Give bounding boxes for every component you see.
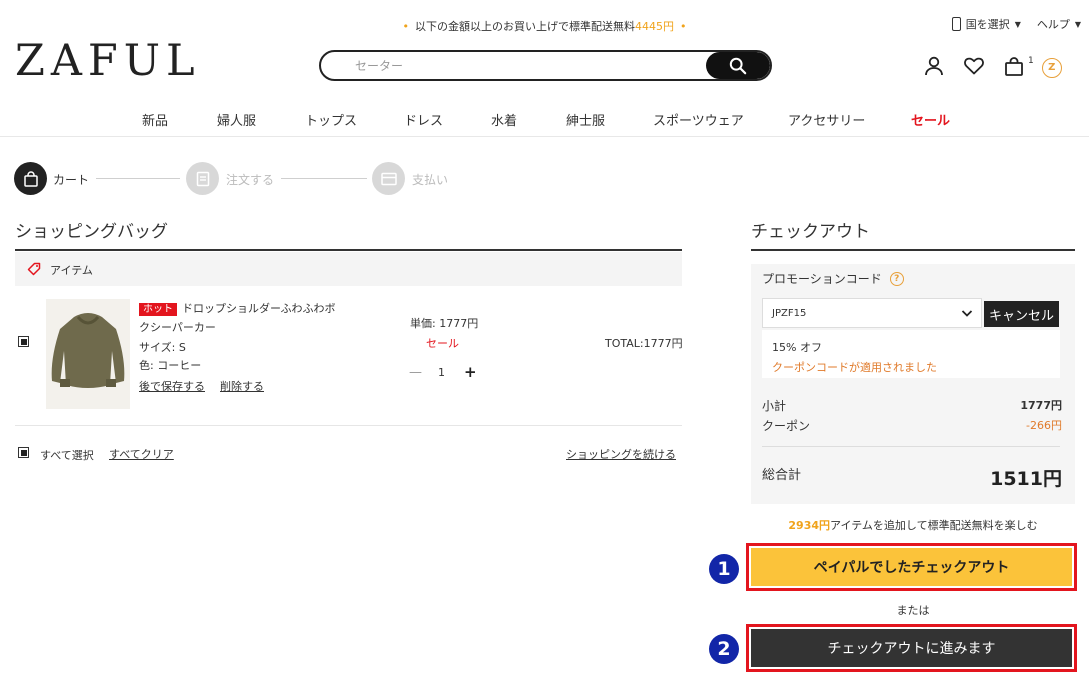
subtotal-label: 小計 bbox=[762, 399, 787, 413]
bag-title-underline bbox=[15, 249, 682, 251]
checkout-title: チェックアウト bbox=[751, 222, 870, 242]
proceed-checkout-highlight: チェックアウトに進みます bbox=[746, 624, 1077, 672]
chevron-down-icon: ▼ bbox=[1074, 19, 1081, 29]
coupon-value: -266円 bbox=[1026, 419, 1062, 432]
remove-link[interactable]: 削除する bbox=[220, 378, 264, 394]
proceed-checkout-button[interactable]: チェックアウトに進みます bbox=[751, 629, 1072, 667]
bag-divider bbox=[15, 425, 682, 426]
paypal-checkout-highlight: ペイパルでしたチェックアウト bbox=[746, 543, 1077, 591]
promo-amount: 4445円 bbox=[635, 20, 674, 33]
cart-count: 1 bbox=[1028, 55, 1034, 66]
nav-divider bbox=[0, 136, 1089, 137]
product-image[interactable] bbox=[46, 299, 130, 409]
sale-label: セール bbox=[426, 337, 459, 350]
search-icon bbox=[729, 57, 747, 74]
unit-price: 単価: 1777円 bbox=[410, 317, 479, 330]
help-label: ヘルプ bbox=[1036, 18, 1070, 31]
nav-item-men[interactable]: 紳士服 bbox=[566, 110, 605, 129]
nav-item-sportswear[interactable]: スポーツウェア bbox=[653, 110, 744, 129]
help-menu[interactable]: ヘルプ ▼ bbox=[1037, 16, 1081, 32]
document-icon bbox=[196, 171, 209, 186]
promo-text: 以下の金額以上のお買い上げで標準配送無料 bbox=[415, 20, 635, 33]
discount-label: 15% オフ bbox=[772, 341, 822, 354]
promo-code-heading: プロモーションコード ? bbox=[762, 270, 904, 287]
shipping-amount: 2934円 bbox=[788, 519, 831, 532]
bag-title: ショッピングバッグ bbox=[15, 222, 168, 242]
phone-icon bbox=[951, 17, 961, 31]
select-all-label: すべて選択 bbox=[40, 449, 94, 462]
marker-1: 1 bbox=[709, 554, 739, 584]
promo-code-value: JPZF15 bbox=[772, 308, 807, 319]
chevron-down-icon bbox=[961, 310, 973, 317]
hot-badge: ホット bbox=[139, 303, 177, 316]
nav-item-women[interactable]: 婦人服 bbox=[217, 110, 256, 129]
promo-code-label: プロモーションコード bbox=[762, 272, 882, 286]
save-later-link[interactable]: 後で保存する bbox=[139, 378, 205, 394]
account-icon[interactable] bbox=[924, 56, 944, 79]
step-order-label: 注文する bbox=[226, 173, 275, 187]
checkout-title-underline bbox=[751, 249, 1075, 251]
coupon-status-box: 15% オフ クーポンコードが適用されました bbox=[762, 330, 1060, 378]
search-button[interactable] bbox=[706, 52, 770, 79]
cancel-promo-button[interactable]: キャンセル bbox=[984, 301, 1059, 327]
help-icon[interactable]: ? bbox=[889, 271, 904, 286]
card-icon bbox=[380, 172, 397, 185]
product-title[interactable]: ホット ドロップショルダーふわふわボ bbox=[139, 300, 336, 316]
top-links: 国を選択 ▼ ヘルプ ▼ bbox=[951, 16, 1081, 32]
product-name-line2: クシーパーカー bbox=[139, 321, 216, 334]
or-label: または bbox=[896, 604, 930, 617]
subtotal-value: 1777円 bbox=[1020, 399, 1062, 412]
chevron-down-icon: ▼ bbox=[1014, 19, 1021, 29]
nav-item-accessories[interactable]: アクセサリー bbox=[788, 110, 865, 129]
logo[interactable]: ZAFUL bbox=[15, 40, 201, 83]
shipping-note-text: アイテムを追加して標準配送無料を楽しむ bbox=[830, 519, 1038, 532]
nav-item-dresses[interactable]: ドレス bbox=[404, 110, 443, 129]
z-coin-icon[interactable]: Z bbox=[1041, 57, 1062, 78]
cart-icon[interactable] bbox=[1004, 56, 1024, 79]
nav-item-sale[interactable]: セール bbox=[911, 110, 950, 129]
heart-icon[interactable] bbox=[964, 57, 984, 78]
totals-divider bbox=[762, 446, 1060, 447]
coupon-applied-message: クーポンコードが適用されました bbox=[772, 361, 937, 374]
nav-item-tops[interactable]: トップス bbox=[305, 110, 357, 129]
step-cart-circle bbox=[14, 162, 47, 195]
product-size: サイズ: S bbox=[139, 341, 186, 354]
step-payment-label: 支払い bbox=[412, 173, 449, 187]
step-payment-circle bbox=[372, 162, 405, 195]
continue-shopping-link[interactable]: ショッピングを続ける bbox=[566, 446, 676, 462]
header-icons: 1 Z bbox=[924, 56, 1062, 79]
step-line bbox=[96, 178, 180, 179]
item-header: アイテム bbox=[15, 252, 682, 286]
country-label: 国を選択 bbox=[965, 18, 1010, 31]
search-bar bbox=[319, 50, 772, 81]
item-checkbox[interactable] bbox=[18, 336, 29, 347]
step-order-circle bbox=[186, 162, 219, 195]
decrease-quantity-button[interactable]: — bbox=[409, 365, 422, 380]
nav-item-new[interactable]: 新品 bbox=[142, 110, 168, 129]
sweater-image bbox=[46, 299, 130, 409]
tag-icon bbox=[27, 262, 41, 276]
increase-quantity-button[interactable]: + bbox=[464, 363, 477, 381]
bag-icon bbox=[23, 170, 38, 187]
grand-total-label: 総合計 bbox=[762, 468, 802, 483]
line-total: TOTAL:1777円 bbox=[605, 337, 683, 350]
coupon-label: クーポン bbox=[762, 419, 811, 433]
search-input[interactable] bbox=[321, 52, 707, 79]
product-name-line1: ドロップショルダーふわふわボ bbox=[182, 302, 336, 315]
quantity-value: 1 bbox=[438, 366, 445, 379]
product-color: 色: コーヒー bbox=[139, 359, 202, 372]
free-shipping-note: 2934円アイテムを追加して標準配送無料を楽しむ bbox=[751, 517, 1075, 533]
marker-2: 2 bbox=[709, 634, 739, 664]
promo-banner: • 以下の金額以上のお買い上げで標準配送無料4445円 • bbox=[402, 20, 687, 33]
nav-item-swimwear[interactable]: 水着 bbox=[491, 110, 517, 129]
grand-total-value: 1511円 bbox=[990, 468, 1062, 490]
step-line bbox=[281, 178, 367, 179]
select-all-checkbox[interactable] bbox=[18, 447, 29, 458]
clear-all-link[interactable]: すべてクリア bbox=[109, 446, 174, 462]
country-selector[interactable]: 国を選択 ▼ bbox=[951, 16, 1021, 32]
paypal-checkout-button[interactable]: ペイパルでしたチェックアウト bbox=[751, 548, 1072, 586]
item-header-label: アイテム bbox=[50, 264, 93, 277]
step-cart-label: カート bbox=[53, 173, 90, 187]
promo-code-select[interactable]: JPZF15 bbox=[762, 298, 982, 328]
